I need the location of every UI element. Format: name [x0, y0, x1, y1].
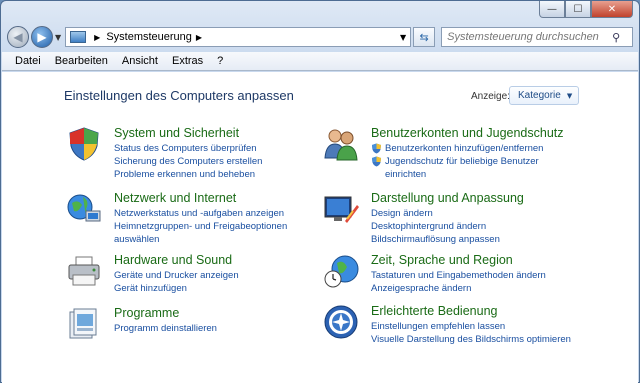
clock-globe-icon[interactable] — [323, 253, 359, 289]
chevron-down-icon: ▼ — [566, 91, 573, 100]
link-check-status[interactable]: Status des Computers überprüfen — [114, 142, 262, 155]
maximize-button[interactable]: ☐ — [565, 1, 591, 18]
search-placeholder: Systemsteuerung durchsuchen — [447, 31, 599, 43]
appearance-icon[interactable] — [323, 191, 359, 227]
menu-ansicht[interactable]: Ansicht — [122, 55, 158, 67]
category-title[interactable]: Benutzerkonten und Jugendschutz — [371, 126, 564, 140]
link-homegroup-sharing-cont[interactable]: auswählen — [114, 233, 287, 246]
content-area: Einstellungen des Computers anpassen Anz… — [2, 72, 638, 383]
caption-buttons: — ☐ ✕ — [539, 1, 633, 18]
link-add-device[interactable]: Gerät hinzufügen — [114, 282, 239, 295]
link-uninstall-program[interactable]: Programm deinstallieren — [114, 322, 217, 335]
menu-extras[interactable]: Extras — [172, 55, 203, 67]
close-button[interactable]: ✕ — [591, 1, 633, 18]
link-network-status[interactable]: Netzwerkstatus und -aufgaben anzeigen — [114, 207, 287, 220]
network-globe-icon[interactable] — [66, 191, 102, 227]
link-label: Benutzerkonten hinzufügen/entfernen — [385, 143, 544, 154]
menu-bar: Datei Bearbeiten Ansicht Extras ? — [2, 52, 638, 71]
category-title[interactable]: Netzwerk und Internet — [114, 191, 236, 205]
menu-bearbeiten[interactable]: Bearbeiten — [55, 55, 108, 67]
category-hardware-sound: Hardware und Sound Geräte und Drucker an… — [66, 253, 336, 295]
accessibility-icon[interactable] — [323, 304, 359, 340]
link-parental-controls[interactable]: Jugendschutz für beliebige Benutzer — [371, 155, 543, 168]
search-icon[interactable]: ⚲ — [612, 31, 632, 44]
printer-icon[interactable] — [66, 253, 102, 289]
link-parental-controls-cont[interactable]: einrichten — [371, 168, 543, 181]
forward-button[interactable]: ▶ — [31, 26, 53, 48]
address-dropdown-icon[interactable]: ▼ — [400, 33, 406, 42]
control-panel-icon — [70, 31, 87, 43]
chevron-right-icon[interactable]: ▶ — [196, 33, 202, 42]
link-backup[interactable]: Sicherung des Computers erstellen — [114, 155, 262, 168]
category-title[interactable]: Programme — [114, 306, 179, 320]
category-programs: Programme Programm deinstallieren — [66, 306, 336, 342]
uac-shield-icon — [372, 143, 381, 154]
users-icon[interactable] — [323, 126, 359, 162]
category-title[interactable]: Zeit, Sprache und Region — [371, 253, 513, 267]
uac-shield-icon — [372, 156, 381, 167]
category-network-internet: Netzwerk und Internet Netzwerkstatus und… — [66, 191, 336, 245]
link-recommend-settings[interactable]: Einstellungen empfehlen lassen — [371, 320, 571, 333]
back-button[interactable]: ◀ — [7, 26, 29, 48]
programs-icon[interactable] — [66, 306, 102, 342]
category-system-security: System und Sicherheit Status des Compute… — [66, 126, 336, 180]
category-ease-of-access: Erleichterte Bedienung Einstellungen emp… — [323, 304, 593, 346]
link-change-theme[interactable]: Design ändern — [371, 207, 500, 220]
link-add-remove-accounts[interactable]: Benutzerkonten hinzufügen/entfernen — [371, 142, 543, 155]
link-keyboards-input[interactable]: Tastaturen und Eingabemethoden ändern — [371, 269, 546, 282]
address-bar[interactable]: ▶ Systemsteuerung ▶ ▼ — [65, 27, 412, 47]
link-troubleshoot[interactable]: Probleme erkennen und beheben — [114, 168, 262, 181]
control-panel-window: — ☐ ✕ ◀ ▶ ▼ ▶ Systemsteuerung ▶ ▼ ⇆ Syst… — [0, 0, 640, 383]
link-label: Jugendschutz für beliebige Benutzer — [385, 156, 539, 167]
refresh-button[interactable]: ⇆ — [413, 27, 436, 47]
link-desktop-background[interactable]: Desktophintergrund ändern — [371, 220, 500, 233]
category-title[interactable]: System und Sicherheit — [114, 126, 239, 140]
menu-datei[interactable]: Datei — [15, 55, 41, 67]
search-input[interactable]: Systemsteuerung durchsuchen ⚲ — [441, 27, 634, 47]
view-mode-value: Kategorie — [518, 90, 561, 101]
link-homegroup-sharing[interactable]: Heimnetzgruppen- und Freigabeoptionen — [114, 220, 287, 233]
view-label: Anzeige: — [471, 91, 510, 102]
link-display-language[interactable]: Anzeigesprache ändern — [371, 282, 546, 295]
category-title[interactable]: Hardware und Sound — [114, 253, 232, 267]
category-appearance: Darstellung und Anpassung Design ändern … — [323, 191, 593, 245]
category-title[interactable]: Erleichterte Bedienung — [371, 304, 497, 318]
link-optimize-display[interactable]: Visuelle Darstellung des Bildschirms opt… — [371, 333, 571, 346]
page-title: Einstellungen des Computers anpassen — [64, 88, 294, 103]
link-screen-resolution[interactable]: Bildschirmauflösung anpassen — [371, 233, 500, 246]
navigation-bar: ◀ ▶ ▼ ▶ Systemsteuerung ▶ ▼ ⇆ Systemsteu… — [7, 25, 635, 49]
breadcrumb-control-panel[interactable]: Systemsteuerung — [106, 31, 192, 43]
shield-icon[interactable] — [66, 126, 102, 162]
minimize-button[interactable]: — — [539, 1, 565, 18]
link-devices-printers[interactable]: Geräte und Drucker anzeigen — [114, 269, 239, 282]
category-time-language: Zeit, Sprache und Region Tastaturen und … — [323, 253, 593, 295]
category-title[interactable]: Darstellung und Anpassung — [371, 191, 524, 205]
recent-pages-dropdown[interactable]: ▼ — [55, 33, 61, 42]
view-mode-dropdown[interactable]: Kategorie ▼ — [509, 86, 579, 105]
menu-help[interactable]: ? — [217, 55, 223, 67]
chevron-right-icon[interactable]: ▶ — [94, 33, 100, 42]
category-user-accounts: Benutzerkonten und Jugendschutz Benutzer… — [323, 126, 593, 180]
